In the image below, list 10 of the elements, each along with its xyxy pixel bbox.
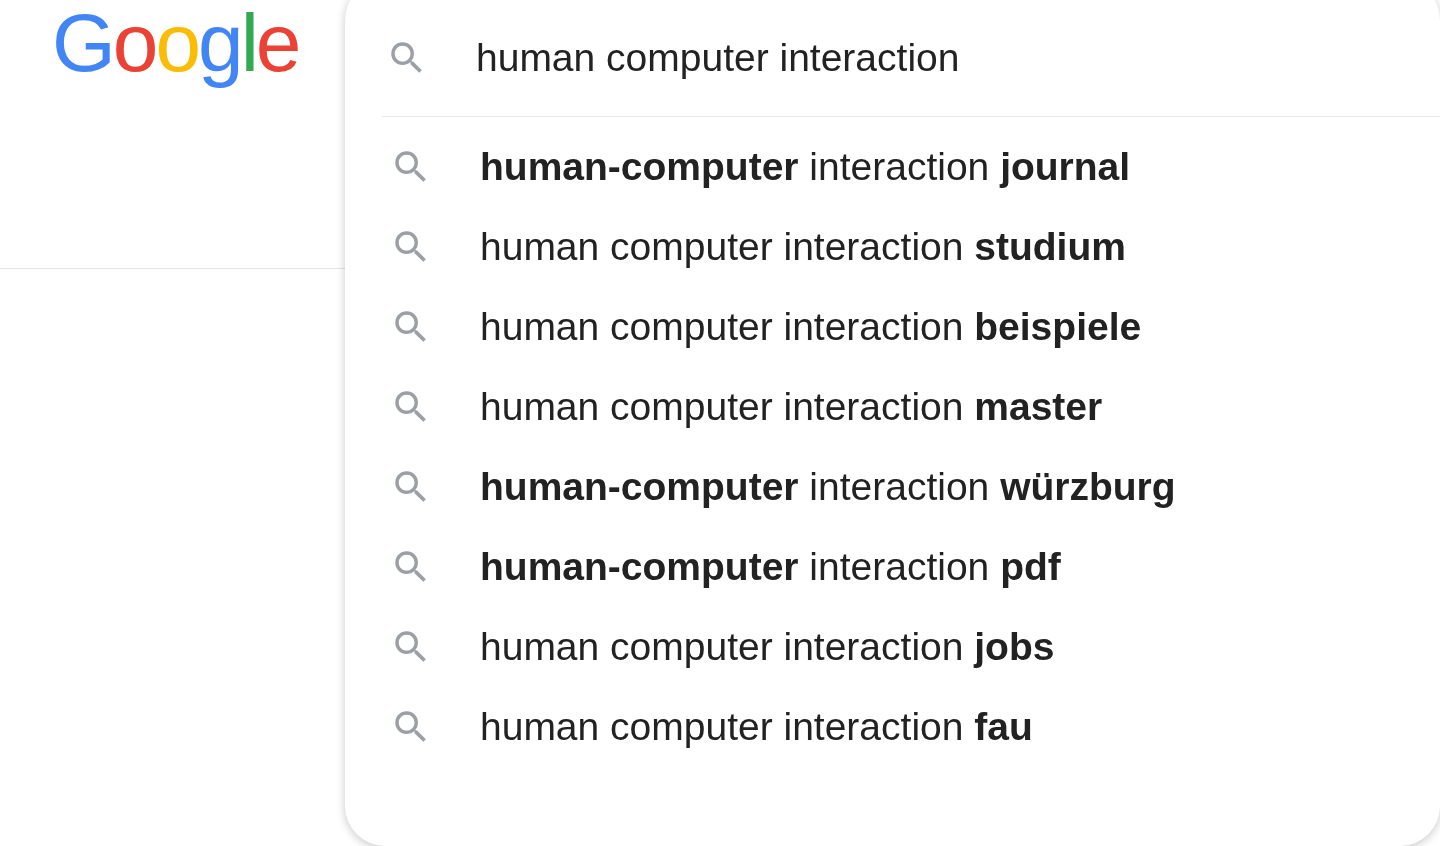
google-logo[interactable]: Google	[52, 0, 299, 88]
suggestion-item[interactable]: human computer interaction studium	[480, 217, 1126, 277]
suggestion-item[interactable]: human computer interaction jobs	[480, 617, 1055, 677]
suggestion-item[interactable]: human-computer interaction würzburg	[480, 457, 1176, 517]
suggestion-item[interactable]: human-computer interaction journal	[480, 137, 1131, 197]
suggestion-item[interactable]: human computer interaction master	[480, 377, 1103, 437]
suggestion-item[interactable]: human computer interaction fau	[480, 697, 1033, 757]
suggestion-item[interactable]: human computer interaction beispiele	[480, 297, 1142, 357]
suggestion-item[interactable]: human-computer interaction pdf	[480, 537, 1061, 597]
search-field[interactable]: human computer interaction	[476, 28, 1356, 88]
